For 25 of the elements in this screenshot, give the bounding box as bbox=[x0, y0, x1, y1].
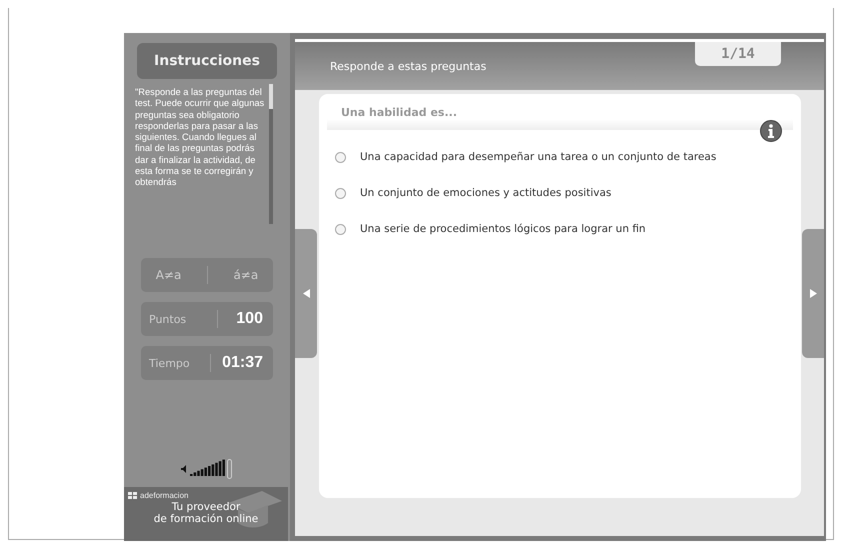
left-arrow-icon bbox=[302, 289, 310, 298]
option-text[interactable]: Una capacidad para desempeñar una tarea o un conjunto de tareas bbox=[360, 151, 716, 163]
radio-button[interactable] bbox=[335, 152, 346, 162]
question-counter: 1/14 bbox=[695, 42, 781, 66]
volume-meter[interactable] bbox=[190, 459, 234, 479]
brand-name: adeformacion bbox=[140, 491, 188, 500]
stat-label: Tiempo bbox=[149, 356, 191, 370]
logo-icon bbox=[128, 492, 137, 499]
option-text[interactable]: Un conjunto de emociones y actitudes positivas bbox=[360, 187, 612, 199]
option-text[interactable]: Una serie de procedimientos lógicos para lograr un fin bbox=[360, 223, 646, 235]
radio-button[interactable] bbox=[335, 188, 346, 198]
question-text: Una habilidad es... bbox=[341, 106, 457, 119]
stat-value: 100 bbox=[236, 310, 263, 328]
instructions-heading: Instrucciones bbox=[137, 43, 277, 79]
section-title: Responde a estas preguntas bbox=[330, 60, 486, 73]
speaker-icon bbox=[180, 465, 186, 473]
radio-button[interactable] bbox=[335, 224, 346, 234]
right-arrow-icon bbox=[810, 289, 816, 298]
stat-label: Puntos bbox=[149, 312, 188, 326]
stat-value: 01:37 bbox=[222, 354, 263, 372]
info-icon[interactable] bbox=[760, 120, 782, 142]
scrollbar[interactable] bbox=[269, 84, 273, 224]
tagline-text: de formación online bbox=[154, 513, 258, 525]
tagline-text: Tu proveedor bbox=[172, 501, 240, 513]
instructions-text: "Responde a las preguntas del test. Puede ocurrir que algunas preguntas sea obligatorio responderlas para pasar a las siguientes. Cuando llegues al final de las preguntas podrás dar a finalizar la actividad, de esta forma se te corregirán y obtendrás bbox=[135, 87, 265, 190]
